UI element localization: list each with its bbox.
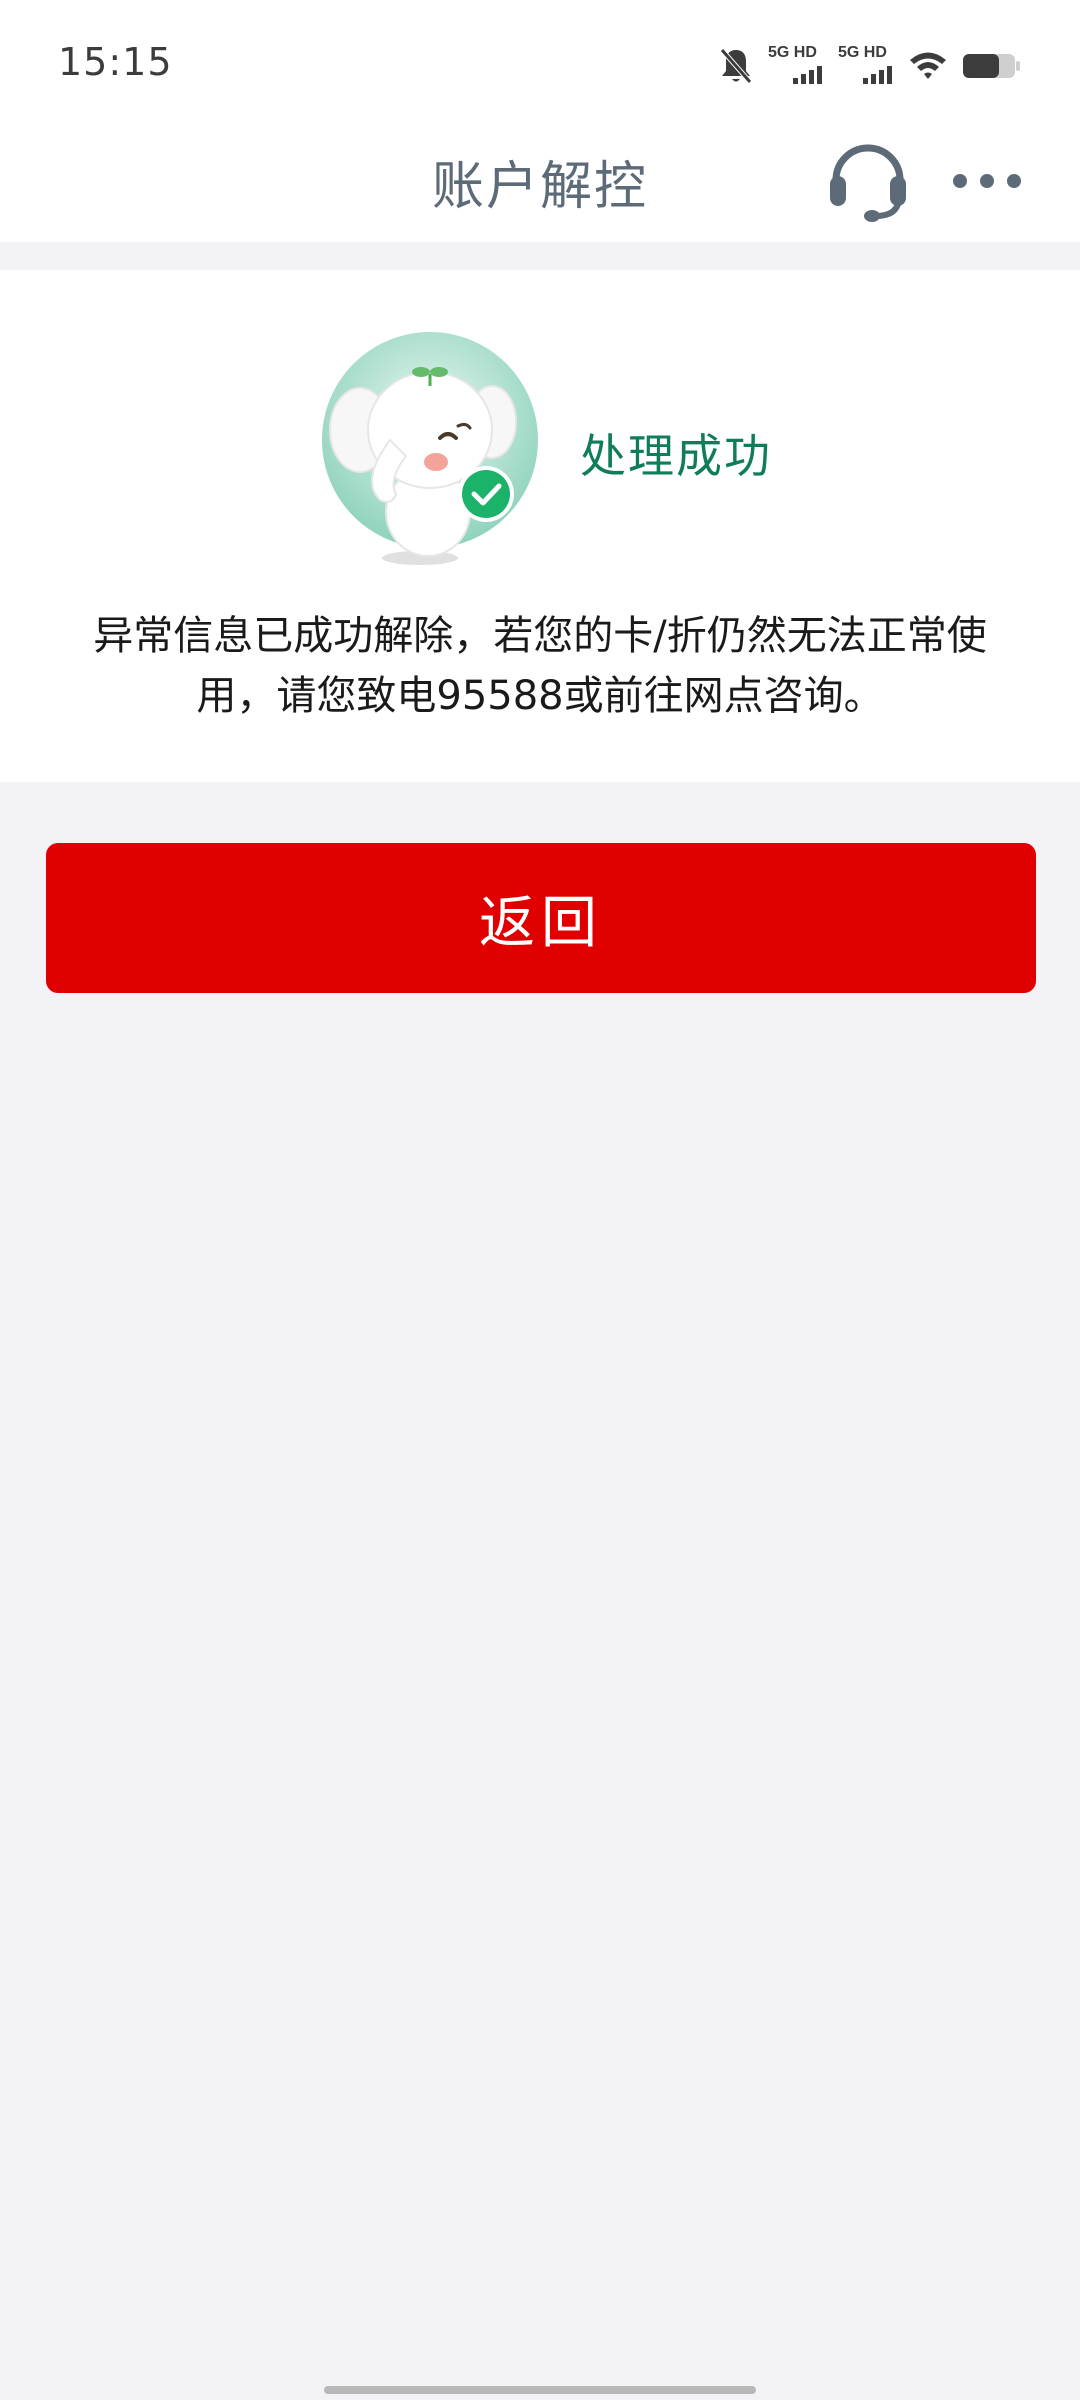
signal-indicator-1: 5G HD [768, 44, 824, 88]
battery-icon [963, 54, 1020, 78]
result-message: 异常信息已成功解除，若您的卡/折仍然无法正常使用，请您致电95588或前往网点咨… [93, 613, 987, 719]
headset-icon[interactable] [828, 136, 908, 222]
status-bar: 15:15 5G HD 5G HD [0, 0, 1080, 120]
wifi-icon [910, 52, 946, 79]
back-button[interactable]: 返回 [46, 843, 1036, 993]
signal-bars-icon [863, 66, 892, 84]
signal-bars-icon [793, 66, 822, 84]
success-mascot-illustration [322, 332, 538, 565]
status-time: 15:15 [58, 40, 173, 84]
signal-label-1: 5G HD [768, 44, 817, 61]
signal-label-2: 5G HD [838, 44, 887, 61]
more-icon[interactable] [952, 156, 1022, 206]
home-indicator[interactable] [324, 2386, 756, 2394]
nav-bar: 账户解控 [0, 120, 1080, 242]
status-icons: 5G HD 5G HD [718, 44, 1022, 88]
result-card: 处理成功 异常信息已成功解除，若您的卡/折仍然无法正常使用，请您致电95588或… [0, 270, 1080, 782]
bell-muted-icon [720, 48, 752, 84]
signal-indicator-2: 5G HD [838, 44, 894, 88]
result-status: 处理成功 [580, 429, 772, 483]
page-title: 账户解控 [431, 157, 648, 217]
